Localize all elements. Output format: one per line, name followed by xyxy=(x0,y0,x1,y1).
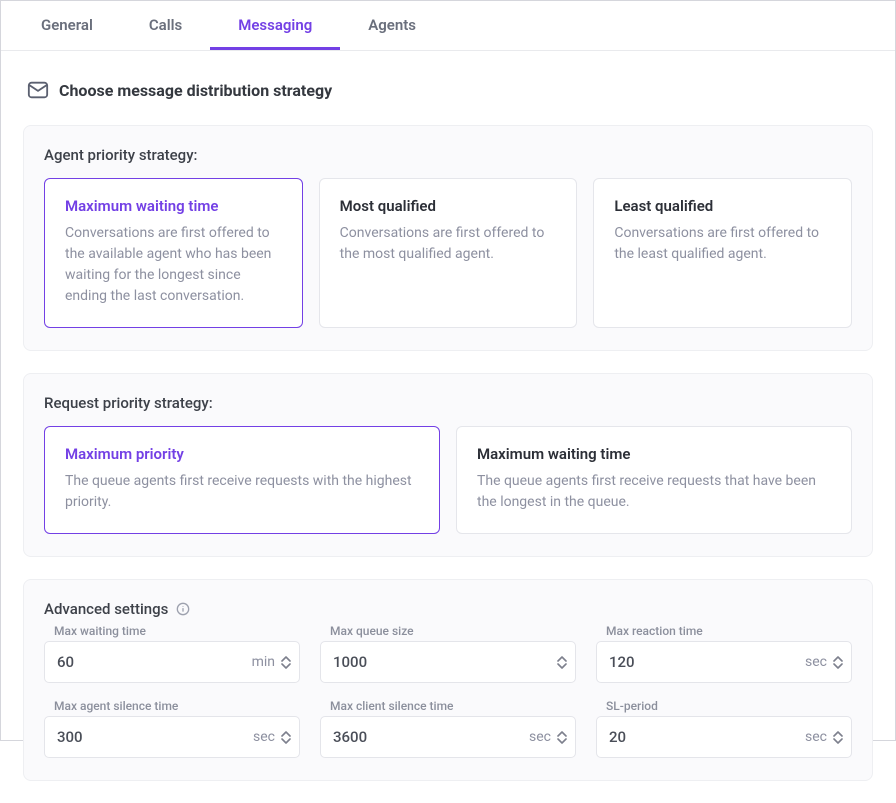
mail-icon xyxy=(27,79,49,101)
chevron-down-icon[interactable] xyxy=(833,663,843,669)
unit-label: min xyxy=(252,654,275,670)
chevron-up-icon[interactable] xyxy=(833,656,843,662)
field-max-waiting-time: Max waiting time min xyxy=(44,624,300,683)
request-priority-option-max-priority[interactable]: Maximum priority The queue agents first … xyxy=(44,426,440,534)
max-queue-size-input[interactable] xyxy=(333,653,557,671)
chevron-up-icon[interactable] xyxy=(557,656,567,662)
unit-label: sec xyxy=(529,729,551,745)
card-title: Maximum priority xyxy=(65,445,419,463)
card-title: Maximum waiting time xyxy=(65,197,282,215)
number-stepper[interactable] xyxy=(281,731,291,744)
field-sl-period: SL-period sec xyxy=(596,699,852,758)
number-stepper[interactable] xyxy=(833,656,843,669)
field-label: Max agent silence time xyxy=(44,699,300,713)
section-title: Choose message distribution strategy xyxy=(59,81,332,100)
number-stepper[interactable] xyxy=(557,656,567,669)
tab-calls[interactable]: Calls xyxy=(121,1,210,50)
max-client-silence-input[interactable] xyxy=(333,728,529,746)
max-waiting-time-input[interactable] xyxy=(57,653,252,671)
chevron-down-icon[interactable] xyxy=(281,663,291,669)
unit-label: sec xyxy=(805,729,827,745)
advanced-settings-panel: Advanced settings Max waiting time min xyxy=(23,579,873,781)
section-header: Choose message distribution strategy xyxy=(23,73,873,103)
tab-bar: General Calls Messaging Agents xyxy=(1,1,895,51)
chevron-up-icon[interactable] xyxy=(833,731,843,737)
field-label: Max reaction time xyxy=(596,624,852,638)
tab-messaging[interactable]: Messaging xyxy=(210,1,340,50)
unit-label: sec xyxy=(253,729,275,745)
max-agent-silence-input[interactable] xyxy=(57,728,253,746)
agent-priority-label: Agent priority strategy: xyxy=(44,146,852,164)
chevron-up-icon[interactable] xyxy=(281,731,291,737)
card-description: The queue agents first receive requests … xyxy=(65,471,419,513)
chevron-down-icon[interactable] xyxy=(557,663,567,669)
agent-priority-panel: Agent priority strategy: Maximum waiting… xyxy=(23,125,873,351)
number-stepper[interactable] xyxy=(281,656,291,669)
field-label: Max client silence time xyxy=(320,699,576,713)
chevron-up-icon[interactable] xyxy=(281,656,291,662)
field-label: Max queue size xyxy=(320,624,576,638)
field-label: Max waiting time xyxy=(44,624,300,638)
agent-priority-option-most-qualified[interactable]: Most qualified Conversations are first o… xyxy=(319,178,578,328)
sl-period-input[interactable] xyxy=(609,728,805,746)
agent-priority-option-least-qualified[interactable]: Least qualified Conversations are first … xyxy=(593,178,852,328)
card-title: Least qualified xyxy=(614,197,831,215)
chevron-up-icon[interactable] xyxy=(557,731,567,737)
number-stepper[interactable] xyxy=(557,731,567,744)
card-description: Conversations are first offered to the l… xyxy=(614,223,831,265)
card-title: Most qualified xyxy=(340,197,557,215)
request-priority-label: Request priority strategy: xyxy=(44,394,852,412)
number-stepper[interactable] xyxy=(833,731,843,744)
info-icon[interactable] xyxy=(176,602,190,616)
card-description: Conversations are first offered to the m… xyxy=(340,223,557,265)
max-reaction-time-input[interactable] xyxy=(609,653,805,671)
card-title: Maximum waiting time xyxy=(477,445,831,463)
agent-priority-option-max-waiting[interactable]: Maximum waiting time Conversations are f… xyxy=(44,178,303,328)
advanced-settings-label: Advanced settings xyxy=(44,600,168,618)
field-max-client-silence-time: Max client silence time sec xyxy=(320,699,576,758)
field-label: SL-period xyxy=(596,699,852,713)
field-max-agent-silence-time: Max agent silence time sec xyxy=(44,699,300,758)
field-max-queue-size: Max queue size xyxy=(320,624,576,683)
tab-general[interactable]: General xyxy=(23,1,121,50)
request-priority-panel: Request priority strategy: Maximum prior… xyxy=(23,373,873,557)
request-priority-option-max-waiting[interactable]: Maximum waiting time The queue agents fi… xyxy=(456,426,852,534)
tab-agents[interactable]: Agents xyxy=(340,1,444,50)
card-description: The queue agents first receive requests … xyxy=(477,471,831,513)
card-description: Conversations are first offered to the a… xyxy=(65,223,282,307)
unit-label: sec xyxy=(805,654,827,670)
field-max-reaction-time: Max reaction time sec xyxy=(596,624,852,683)
